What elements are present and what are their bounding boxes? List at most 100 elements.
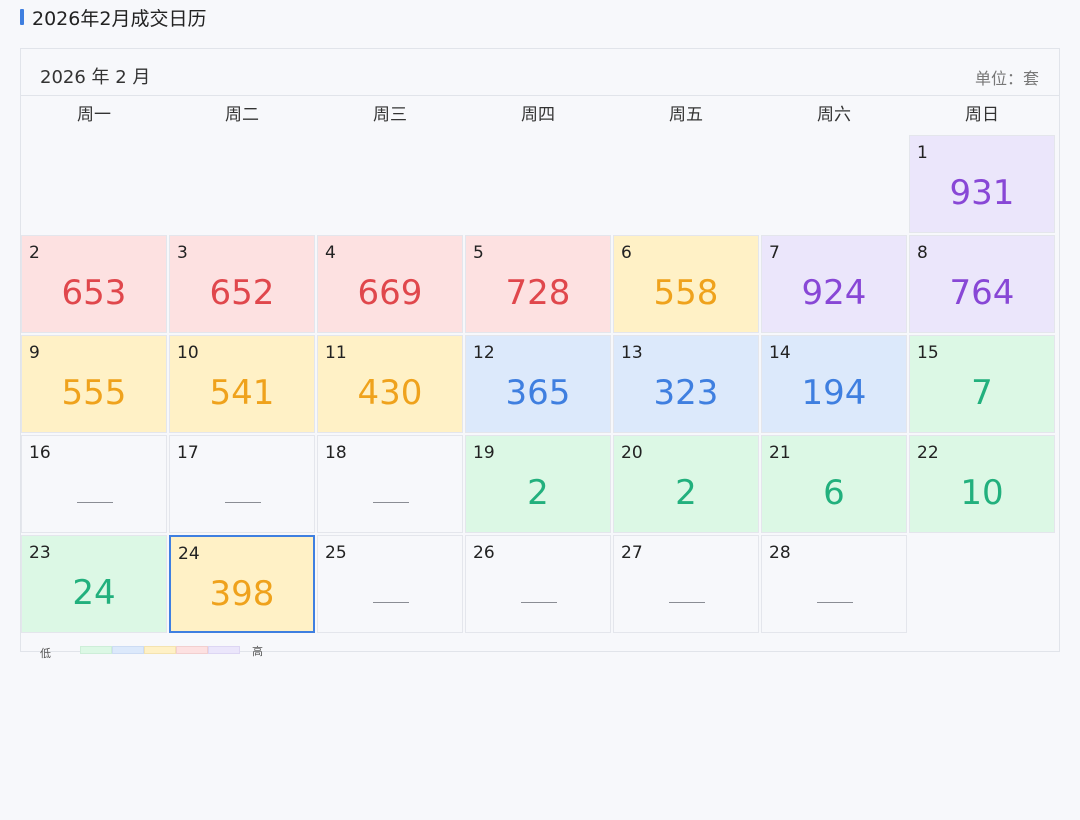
day-number: 10 bbox=[177, 343, 199, 363]
calendar-day-cell[interactable]: 4 669 bbox=[317, 235, 463, 333]
day-number: 5 bbox=[473, 243, 484, 263]
calendar-panel: 2026 年 2 月 单位：套 周一 周二 周三 周四 周五 周六 周日 1 93… bbox=[20, 48, 1060, 660]
legend-high-label: 高 bbox=[252, 645, 263, 658]
calendar-day-cell[interactable]: 10 541 bbox=[169, 335, 315, 433]
calendar-day-cell[interactable]: 5 728 bbox=[465, 235, 611, 333]
day-value: 10 bbox=[960, 473, 1004, 513]
day-number: 28 bbox=[769, 543, 791, 563]
calendar-day-cell[interactable]: 25 bbox=[317, 535, 463, 633]
day-number: 14 bbox=[769, 343, 791, 363]
page-title-text: 2026年2月成交日历 bbox=[32, 7, 207, 30]
calendar-day-cell[interactable]: 14 194 bbox=[761, 335, 907, 433]
day-value: 194 bbox=[801, 373, 867, 413]
day-number: 1 bbox=[917, 143, 928, 163]
day-number: 3 bbox=[177, 243, 188, 263]
day-number: 25 bbox=[325, 543, 347, 563]
weekday-tue: 周二 bbox=[225, 105, 259, 125]
calendar-day-cell[interactable]: 17 bbox=[169, 435, 315, 533]
day-number: 19 bbox=[473, 443, 495, 463]
empty-value-dash bbox=[373, 602, 409, 603]
calendar-day-cell[interactable]: 15 7 bbox=[909, 335, 1055, 433]
calendar-day-cell[interactable]: 24 398 bbox=[169, 535, 315, 633]
weekday-mon: 周一 bbox=[77, 105, 111, 125]
day-value: 24 bbox=[72, 573, 116, 613]
day-number: 9 bbox=[29, 343, 40, 363]
weekday-fri: 周五 bbox=[669, 105, 703, 125]
day-number: 11 bbox=[325, 343, 347, 363]
day-value: 6 bbox=[823, 473, 845, 513]
empty-value-dash bbox=[225, 502, 261, 503]
day-value: 669 bbox=[357, 273, 423, 313]
weekday-header: 周一 周二 周三 周四 周五 周六 周日 bbox=[21, 96, 1059, 134]
day-number: 2 bbox=[29, 243, 40, 263]
day-number: 15 bbox=[917, 343, 939, 363]
calendar-day-cell[interactable]: 13 323 bbox=[613, 335, 759, 433]
day-value: 365 bbox=[505, 373, 571, 413]
day-value: 398 bbox=[209, 574, 275, 614]
calendar-day-cell[interactable]: 23 24 bbox=[21, 535, 167, 633]
day-number: 7 bbox=[769, 243, 780, 263]
calendar-day-cell[interactable]: 18 bbox=[317, 435, 463, 533]
calendar-day-cell[interactable]: 21 6 bbox=[761, 435, 907, 533]
calendar-day-cell[interactable]: 3 652 bbox=[169, 235, 315, 333]
day-number: 17 bbox=[177, 443, 199, 463]
color-legend: 低 高 bbox=[21, 639, 321, 660]
empty-value-dash bbox=[817, 602, 853, 603]
calendar-day-cell[interactable]: 27 bbox=[613, 535, 759, 633]
legend-swatch bbox=[112, 646, 144, 654]
day-number: 13 bbox=[621, 343, 643, 363]
calendar-day-cell[interactable]: 26 bbox=[465, 535, 611, 633]
empty-value-dash bbox=[77, 502, 113, 503]
calendar-day-cell[interactable]: 6 558 bbox=[613, 235, 759, 333]
calendar-day-cell[interactable]: 8 764 bbox=[909, 235, 1055, 333]
day-value: 764 bbox=[949, 273, 1015, 313]
legend-swatch bbox=[80, 646, 112, 654]
day-number: 4 bbox=[325, 243, 336, 263]
day-value: 430 bbox=[357, 373, 423, 413]
weekday-sat: 周六 bbox=[817, 105, 851, 125]
day-value: 931 bbox=[949, 173, 1015, 213]
day-value: 7 bbox=[971, 373, 993, 413]
empty-value-dash bbox=[521, 602, 557, 603]
calendar-day-cell[interactable]: 20 2 bbox=[613, 435, 759, 533]
page-title: 2026年2月成交日历 bbox=[20, 6, 207, 30]
calendar-day-cell[interactable]: 2 653 bbox=[21, 235, 167, 333]
legend-swatch bbox=[176, 646, 208, 654]
legend-swatch bbox=[208, 646, 240, 654]
calendar-day-cell[interactable]: 1 931 bbox=[909, 135, 1055, 233]
day-number: 24 bbox=[178, 544, 200, 564]
calendar-header: 2026 年 2 月 单位：套 bbox=[21, 49, 1059, 96]
calendar-day-cell[interactable]: 22 10 bbox=[909, 435, 1055, 533]
day-number: 26 bbox=[473, 543, 495, 563]
day-value: 652 bbox=[209, 273, 275, 313]
calendar-day-cell[interactable]: 19 2 bbox=[465, 435, 611, 533]
calendar-day-cell[interactable]: 16 bbox=[21, 435, 167, 533]
day-number: 12 bbox=[473, 343, 495, 363]
day-number: 18 bbox=[325, 443, 347, 463]
day-number: 23 bbox=[29, 543, 51, 563]
day-value: 2 bbox=[527, 473, 549, 513]
legend-low-label: 低 bbox=[40, 647, 51, 660]
day-number: 21 bbox=[769, 443, 791, 463]
title-accent-bar bbox=[20, 9, 24, 25]
day-value: 541 bbox=[209, 373, 275, 413]
weekday-wed: 周三 bbox=[373, 105, 407, 125]
day-value: 653 bbox=[61, 273, 127, 313]
calendar-day-cell[interactable]: 7 924 bbox=[761, 235, 907, 333]
calendar-day-cell[interactable]: 28 bbox=[761, 535, 907, 633]
day-number: 27 bbox=[621, 543, 643, 563]
weekday-thu: 周四 bbox=[521, 105, 555, 125]
day-number: 8 bbox=[917, 243, 928, 263]
empty-value-dash bbox=[373, 502, 409, 503]
day-number: 22 bbox=[917, 443, 939, 463]
calendar-day-cell[interactable]: 9 555 bbox=[21, 335, 167, 433]
unit-label: 单位：套 bbox=[974, 69, 1039, 88]
day-value: 555 bbox=[61, 373, 127, 413]
calendar-day-cell[interactable]: 11 430 bbox=[317, 335, 463, 433]
day-value: 2 bbox=[675, 473, 697, 513]
calendar-day-cell[interactable]: 12 365 bbox=[465, 335, 611, 433]
day-value: 323 bbox=[653, 373, 719, 413]
day-value: 728 bbox=[505, 273, 571, 313]
day-number: 20 bbox=[621, 443, 643, 463]
weekday-sun: 周日 bbox=[965, 105, 999, 125]
